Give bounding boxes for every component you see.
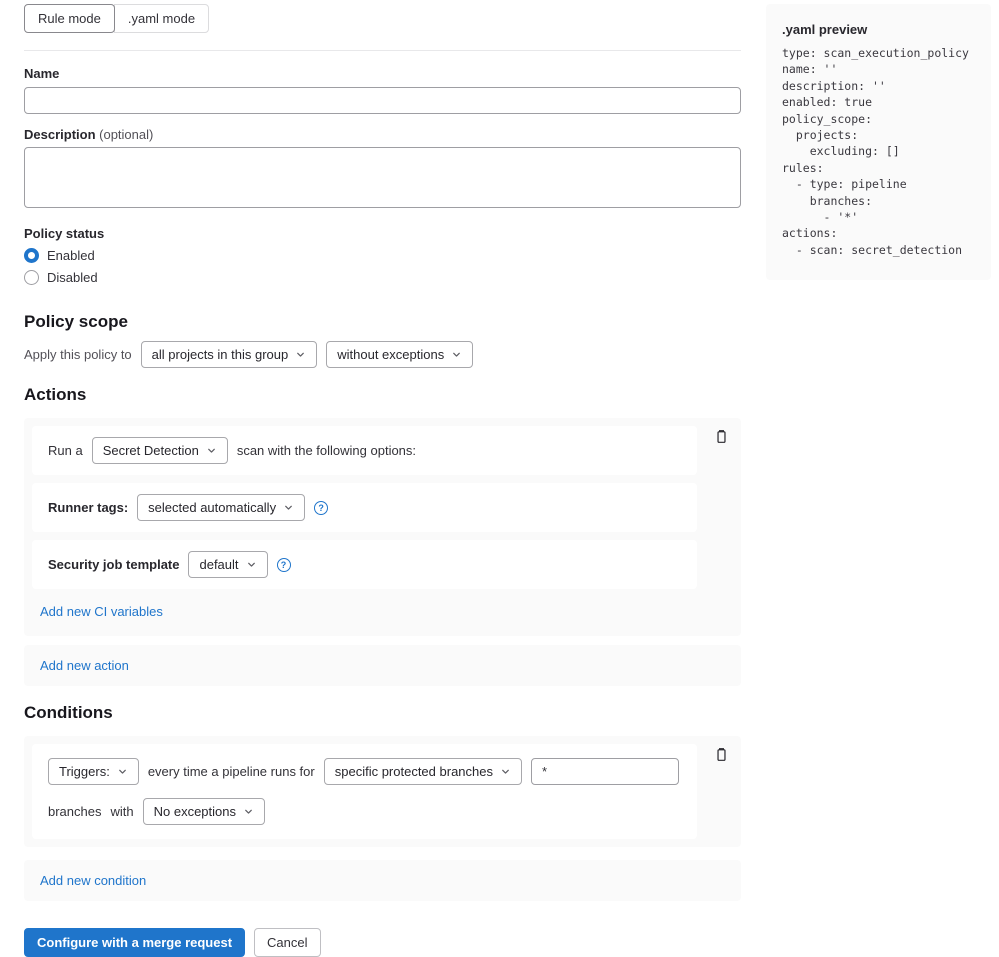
action-card-footer: Add new CI variables [32, 589, 733, 628]
triggers-dropdown[interactable]: Triggers: [48, 758, 139, 785]
branch-exceptions-dropdown[interactable]: No exceptions [143, 798, 265, 825]
pipeline-condition-row: Triggers: every time a pipeline runs for… [32, 744, 697, 839]
add-action-bar: Add new action [24, 645, 741, 686]
condition-text: every time a pipeline runs for [148, 764, 315, 779]
yaml-preview-code: type: scan_execution_policy name: '' des… [782, 45, 975, 258]
branch-type-dropdown[interactable]: specific protected branches [324, 758, 522, 785]
chevron-down-icon [206, 445, 217, 456]
runner-tags-label: Runner tags: [48, 500, 128, 515]
scan-type-row: Run a Secret Detection scan with the fol… [32, 426, 697, 475]
scope-exceptions-dropdown-value: without exceptions [337, 347, 444, 362]
description-input[interactable] [24, 147, 741, 208]
enabled-radio-label: Enabled [47, 248, 95, 263]
scope-projects-dropdown-value: all projects in this group [152, 347, 289, 362]
branches-suffix-text: branches [48, 804, 101, 819]
branch-type-dropdown-value: specific protected branches [335, 764, 493, 779]
trash-icon [714, 750, 729, 765]
run-a-text: Run a [48, 443, 83, 458]
add-condition-bar: Add new condition [24, 860, 741, 901]
radio-checked-icon[interactable] [24, 248, 39, 263]
policy-status-enabled-option[interactable]: Enabled [24, 248, 741, 263]
rule-mode-button[interactable]: Rule mode [24, 4, 115, 33]
action-card-rows: Run a Secret Detection scan with the fol… [32, 426, 697, 589]
policy-editor: Rule mode .yaml mode Name Description (o… [24, 4, 741, 957]
divider [24, 50, 741, 51]
chevron-down-icon [243, 806, 254, 817]
cancel-button[interactable]: Cancel [254, 928, 320, 957]
job-template-label: Security job template [48, 557, 179, 572]
actions-heading: Actions [24, 385, 741, 405]
yaml-mode-button[interactable]: .yaml mode [114, 4, 209, 33]
runner-tags-dropdown-value: selected automatically [148, 500, 276, 515]
trash-icon [714, 432, 729, 447]
scope-exceptions-dropdown[interactable]: without exceptions [326, 341, 473, 368]
branch-exceptions-dropdown-value: No exceptions [154, 804, 236, 819]
condition-card: Triggers: every time a pipeline runs for… [24, 736, 741, 847]
form-footer: Configure with a merge request Cancel [24, 928, 741, 957]
branch-pattern-input[interactable] [531, 758, 679, 785]
runner-tags-row: Runner tags: selected automatically ? [32, 483, 697, 532]
description-label-text: Description [24, 127, 96, 142]
name-label: Name [24, 66, 741, 81]
editor-mode-toggle: Rule mode .yaml mode [24, 4, 209, 33]
job-template-dropdown[interactable]: default [188, 551, 267, 578]
scan-type-dropdown[interactable]: Secret Detection [92, 437, 228, 464]
policy-scope-heading: Policy scope [24, 312, 741, 332]
chevron-down-icon [117, 766, 128, 777]
action-card: Run a Secret Detection scan with the fol… [24, 418, 741, 636]
conditions-heading: Conditions [24, 703, 741, 723]
description-optional-text: (optional) [99, 127, 153, 142]
job-template-row: Security job template default ? [32, 540, 697, 589]
chevron-down-icon [451, 349, 462, 360]
scope-projects-dropdown[interactable]: all projects in this group [141, 341, 318, 368]
radio-unchecked-icon[interactable] [24, 270, 39, 285]
runner-tags-dropdown[interactable]: selected automatically [137, 494, 305, 521]
job-template-help-icon[interactable]: ? [277, 558, 291, 572]
with-text: with [110, 804, 133, 819]
scan-options-text: scan with the following options: [237, 443, 416, 458]
policy-status-label: Policy status [24, 226, 741, 241]
delete-action-button[interactable] [712, 427, 731, 446]
condition-card-rows: Triggers: every time a pipeline runs for… [32, 744, 697, 839]
job-template-dropdown-value: default [199, 557, 238, 572]
configure-merge-request-button[interactable]: Configure with a merge request [24, 928, 245, 957]
chevron-down-icon [295, 349, 306, 360]
scan-type-dropdown-value: Secret Detection [103, 443, 199, 458]
description-label: Description (optional) [24, 127, 741, 142]
name-input[interactable] [24, 87, 741, 114]
yaml-preview-panel: .yaml preview type: scan_execution_polic… [766, 4, 991, 280]
policy-scope-row: Apply this policy to all projects in thi… [24, 341, 741, 368]
chevron-down-icon [283, 502, 294, 513]
runner-tags-help-icon[interactable]: ? [314, 501, 328, 515]
disabled-radio-label: Disabled [47, 270, 98, 285]
add-action-link[interactable]: Add new action [40, 658, 129, 673]
yaml-preview-title: .yaml preview [782, 22, 975, 37]
add-ci-variables-link[interactable]: Add new CI variables [40, 604, 163, 619]
chevron-down-icon [500, 766, 511, 777]
apply-policy-text: Apply this policy to [24, 347, 132, 362]
add-condition-link[interactable]: Add new condition [40, 873, 146, 888]
triggers-dropdown-value: Triggers: [59, 764, 110, 779]
policy-status-disabled-option[interactable]: Disabled [24, 270, 741, 285]
delete-condition-button[interactable] [712, 745, 731, 764]
chevron-down-icon [246, 559, 257, 570]
